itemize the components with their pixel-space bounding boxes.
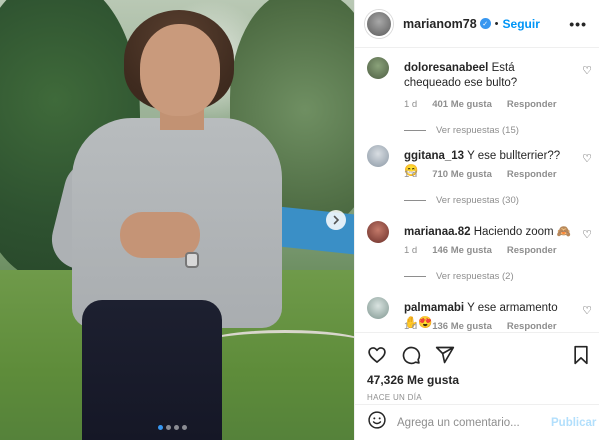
- more-options-icon[interactable]: •••: [569, 16, 587, 32]
- separator-dot: •: [494, 17, 499, 30]
- carousel-indicator: [158, 425, 187, 430]
- photo-watch: [185, 252, 199, 268]
- comment-username[interactable]: palmamabi: [404, 302, 464, 314]
- view-replies-label: Ver respuestas (15): [436, 125, 519, 136]
- comment-likes[interactable]: 136 Me gusta: [432, 321, 492, 332]
- comment-likes[interactable]: 710 Me gusta: [432, 169, 492, 180]
- comment-input[interactable]: [397, 416, 551, 429]
- comment-text: marianaa.82 Haciendo zoom 🙈: [404, 225, 572, 240]
- view-replies-label: Ver respuestas (30): [436, 195, 519, 206]
- view-replies-button[interactable]: Ver respuestas (2): [404, 271, 514, 282]
- follow-button[interactable]: Seguir: [503, 17, 540, 31]
- action-icons-row: [367, 341, 590, 369]
- verified-badge-icon: ✓: [479, 18, 491, 29]
- reply-button[interactable]: Responder: [507, 99, 557, 110]
- comment-time: 1 d: [404, 245, 418, 256]
- comment-avatar[interactable]: [367, 221, 389, 243]
- publish-button[interactable]: Publicar: [551, 417, 596, 429]
- comment-time: 1 d: [404, 321, 418, 332]
- comment-icon[interactable]: [401, 345, 421, 365]
- comment-avatar[interactable]: [367, 297, 389, 319]
- heart-icon[interactable]: ♡: [582, 64, 592, 77]
- likes-count[interactable]: 47,326 Me gusta: [367, 373, 590, 387]
- comment-avatar[interactable]: [367, 145, 389, 167]
- emoji-icon[interactable]: [367, 410, 387, 435]
- comment-text: doloresanabeel Está chequeado ese bulto?: [404, 61, 572, 91]
- carousel-dot: [166, 425, 171, 430]
- heart-icon[interactable]: ♡: [582, 304, 592, 317]
- reply-button[interactable]: Responder: [507, 321, 557, 332]
- carousel-dot: [182, 425, 187, 430]
- view-replies-button[interactable]: Ver respuestas (15): [404, 125, 519, 136]
- reply-button[interactable]: Responder: [507, 245, 557, 256]
- comment-meta: 1 d 146 Me gusta Responder: [404, 245, 557, 256]
- post-actions: 47,326 Me gusta HACE UN DÍA: [355, 332, 599, 402]
- post-username[interactable]: marianom78: [403, 17, 477, 31]
- heart-icon[interactable]: [367, 345, 387, 365]
- post-sidebar: marianom78 ✓ • Seguir ••• doloresanabeel…: [354, 0, 599, 440]
- comment-likes[interactable]: 401 Me gusta: [432, 99, 492, 110]
- avatar[interactable]: [365, 9, 393, 38]
- comment-meta: 1 d 710 Me gusta Responder: [404, 169, 557, 180]
- share-icon[interactable]: [435, 345, 455, 365]
- view-replies-button[interactable]: Ver respuestas (30): [404, 195, 519, 206]
- comment-time: 1 d: [404, 169, 418, 180]
- photo-pants: [82, 300, 222, 440]
- comment-username[interactable]: marianaa.82: [404, 226, 471, 238]
- reply-button[interactable]: Responder: [507, 169, 557, 180]
- heart-icon[interactable]: ♡: [582, 152, 592, 165]
- post-photo[interactable]: [0, 0, 354, 440]
- carousel-dot: [174, 425, 179, 430]
- comment-likes[interactable]: 146 Me gusta: [432, 245, 492, 256]
- chevron-right-icon[interactable]: [326, 210, 346, 230]
- photo-face: [140, 24, 220, 116]
- replies-line: [404, 200, 426, 201]
- comment-username[interactable]: ggitana_13: [404, 150, 464, 162]
- bookmark-icon[interactable]: [572, 345, 590, 365]
- comment-meta: 1 d 136 Me gusta Responder: [404, 321, 557, 332]
- comments-list[interactable]: doloresanabeel Está chequeado ese bulto?…: [355, 49, 599, 332]
- comment-username[interactable]: doloresanabeel: [404, 62, 488, 74]
- post-timestamp[interactable]: HACE UN DÍA: [367, 393, 590, 402]
- replies-line: [404, 276, 426, 277]
- post-header: marianom78 ✓ • Seguir •••: [355, 0, 599, 48]
- comment-time: 1 d: [404, 99, 418, 110]
- heart-icon[interactable]: ♡: [582, 228, 592, 241]
- comment-meta: 1 d 401 Me gusta Responder: [404, 99, 557, 110]
- comment-avatar[interactable]: [367, 57, 389, 79]
- view-replies-label: Ver respuestas (2): [436, 271, 514, 282]
- add-comment-bar: Publicar: [355, 404, 599, 440]
- comment-message: Haciendo zoom 🙈: [473, 226, 572, 238]
- replies-line: [404, 130, 426, 131]
- carousel-dot: [158, 425, 163, 430]
